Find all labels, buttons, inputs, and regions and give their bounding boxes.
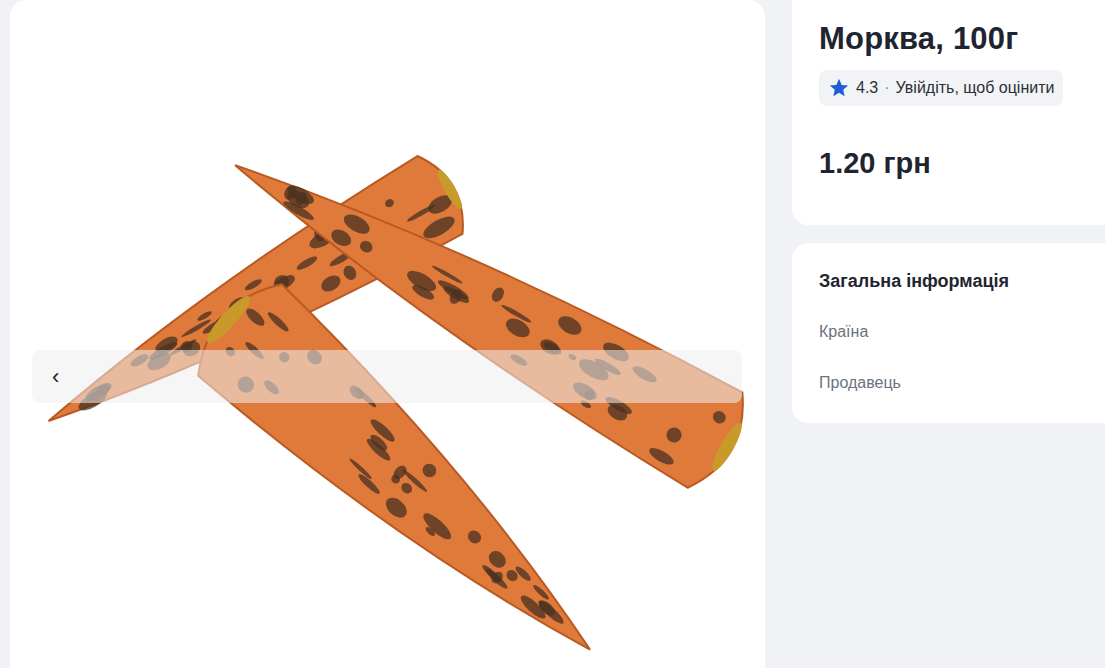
gallery-nav: ‹ bbox=[32, 350, 742, 403]
rating[interactable]: 4.3 · Увійдіть, щоб оцінити bbox=[819, 70, 1063, 106]
product-details: Морква, 100г 4.3 · Увійдіть, щоб оцінити 1.2… bbox=[792, 0, 1105, 668]
rating-value: 4.3 bbox=[856, 76, 878, 100]
info-title: Загальна інформація bbox=[819, 270, 1105, 293]
login-to-rate-link[interactable]: Увійдіть, щоб оцінити bbox=[896, 76, 1055, 100]
rating-separator: · bbox=[884, 76, 889, 100]
product-summary-card: Морква, 100г 4.3 · Увійдіть, щоб оцінити 1.2… bbox=[792, 0, 1105, 225]
star-icon bbox=[828, 77, 850, 99]
previous-image-button[interactable]: ‹ bbox=[52, 366, 59, 388]
carrot-photo bbox=[10, 0, 765, 668]
product-gallery: ‹ bbox=[10, 0, 765, 668]
product-price: 1.20 грн bbox=[819, 146, 1105, 181]
info-row: Країна bbox=[819, 321, 1105, 343]
product-title: Морква, 100г bbox=[819, 20, 1105, 59]
general-info-card: Загальна інформація Країна Продавець bbox=[792, 243, 1105, 423]
info-row: Продавець bbox=[819, 372, 1105, 394]
